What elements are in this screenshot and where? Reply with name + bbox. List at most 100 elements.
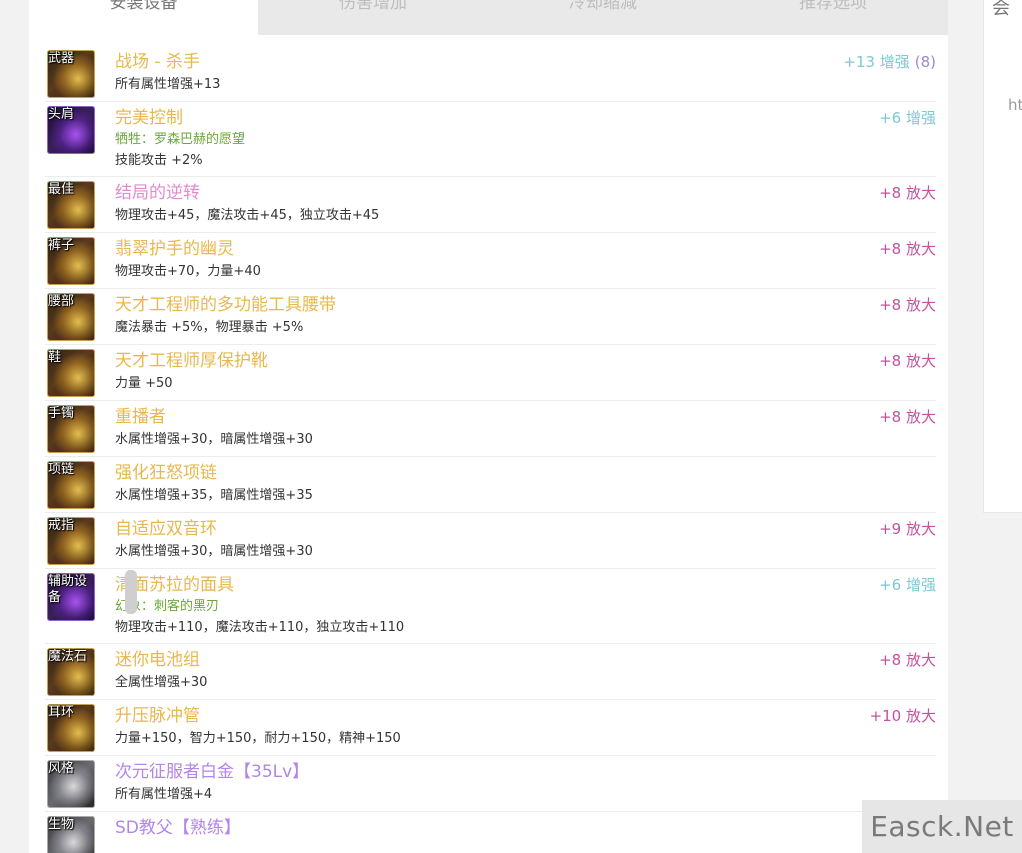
equipment-name[interactable]: 迷你电池组 bbox=[115, 648, 936, 672]
equipment-icon[interactable]: 戒指 bbox=[47, 517, 95, 565]
equipment-info: 结局的逆转物理攻击+45，魔法攻击+45，独立攻击+45 bbox=[115, 177, 936, 231]
equipment-icon[interactable]: 项链 bbox=[47, 461, 95, 509]
equipment-icon[interactable]: 生物 bbox=[47, 816, 95, 853]
equipment-icon[interactable]: 风格 bbox=[47, 760, 95, 808]
enhance-level: +8 放大 bbox=[879, 184, 936, 202]
equipment-row[interactable]: 裤子 翡翠护手的幽灵 物理攻击+70，力量+40 +8 放大 bbox=[45, 233, 936, 289]
slot-label: 生物 bbox=[48, 817, 75, 832]
equipment-name[interactable]: 自适应双音环 bbox=[115, 517, 936, 541]
equipment-icon[interactable]: 头肩 bbox=[47, 106, 95, 154]
tab-installed-equipment[interactable]: 安装设备 bbox=[29, 0, 258, 35]
enhance-tag: +13 增强 (8) bbox=[843, 52, 936, 72]
equipment-name[interactable]: 天才工程师的多功能工具腰带 bbox=[115, 293, 936, 317]
enhance-tag: +8 放大 bbox=[879, 295, 936, 315]
enhance-tag: +8 放大 bbox=[879, 351, 936, 371]
equipment-list: 武器 战场 - 杀手 所有属性增强+13 +13 增强 (8) 头肩 完美控制牺牲：罗森巴赫… bbox=[45, 46, 936, 853]
equipment-row[interactable]: 风格 次元征服者白金【35Lv】所有属性增强+4 bbox=[45, 756, 936, 812]
equipment-info: 战场 - 杀手 所有属性增强+13 bbox=[115, 46, 936, 100]
equipment-name[interactable]: 结局的逆转 bbox=[115, 181, 936, 205]
slot-label: 最佳 bbox=[48, 182, 75, 197]
slot-label: 鞋 bbox=[48, 350, 62, 365]
equipment-name[interactable]: 翡翠护手的幽灵 bbox=[115, 237, 936, 261]
equipment-stat: 物理攻击+45，魔法攻击+45，独立攻击+45 bbox=[115, 208, 380, 223]
equipment-icon[interactable]: 辅助设备 bbox=[47, 573, 95, 621]
equipment-row[interactable]: 耳环 升压脉冲管力量+150，智力+150，耐力+150，精神+150 +10 放大 bbox=[45, 700, 936, 756]
slot-label: 风格 bbox=[48, 761, 75, 776]
equipment-stat: 水属性增强+30，暗属性增强+30 bbox=[115, 432, 313, 447]
enhance-level: +8 放大 bbox=[879, 651, 936, 669]
equipment-icon[interactable]: 裤子 bbox=[47, 237, 95, 285]
equipment-icon[interactable]: 魔法石 bbox=[47, 648, 95, 696]
enhance-level: +10 放大 bbox=[869, 707, 936, 725]
equipment-row[interactable]: 最佳 结局的逆转 物理攻击+45，魔法攻击+45，独立攻击+45 +8 放大 bbox=[45, 177, 936, 233]
equipment-row[interactable]: 头肩 完美控制 牺牲：罗森巴赫的愿望 技能攻击 +2% +6 增强 bbox=[45, 102, 936, 177]
equipment-row[interactable]: 生物 SD教父【熟练】 bbox=[45, 812, 936, 853]
enhance-tag: +6 增强 bbox=[879, 108, 936, 128]
equipment-icon[interactable]: 手镯 bbox=[47, 405, 95, 453]
enhance-level: +8 放大 bbox=[879, 352, 936, 370]
enhance-level: +8 放大 bbox=[879, 240, 936, 258]
slot-label: 项链 bbox=[48, 462, 75, 477]
side-text: ht bbox=[1008, 96, 1022, 114]
enhance-tag: +6 增强 bbox=[879, 575, 936, 595]
equipment-row[interactable]: 魔法石 迷你电池组 全属性增强+30 +8 放大 bbox=[45, 644, 936, 700]
equipment-row[interactable]: 戒指 自适应双音环 水属性增强+30，暗属性增强+30 +9 放大 bbox=[45, 513, 936, 569]
equipment-stat: 全属性增强+30 bbox=[115, 675, 208, 690]
slot-label: 腰部 bbox=[48, 294, 75, 309]
equipment-info: 清面苏拉的面具 幻象：刺客的黑刃 物理攻击+110，魔法攻击+110，独立攻击+11… bbox=[115, 569, 936, 643]
slot-label: 头肩 bbox=[48, 107, 75, 122]
scrollbar-thumb[interactable] bbox=[125, 570, 137, 614]
enhance-tag: +8 放大 bbox=[879, 183, 936, 203]
enhance-tag: +8 放大 bbox=[879, 650, 936, 670]
equipment-name[interactable]: 清面苏拉的面具 bbox=[115, 573, 936, 597]
slot-label: 耳环 bbox=[48, 705, 75, 720]
tab-damage-increase[interactable]: 伤害增加 bbox=[258, 0, 488, 35]
equipment-name[interactable]: 天才工程师厚保护靴 bbox=[115, 349, 936, 373]
equipment-info: 自适应双音环 水属性增强+30，暗属性增强+30 bbox=[115, 513, 936, 567]
side-panel: 会 ht bbox=[983, 0, 1022, 513]
slot-label: 魔法石 bbox=[48, 649, 88, 664]
equipment-stat: 水属性增强+35，暗属性增强+35 bbox=[115, 488, 313, 503]
equipment-name[interactable]: 升压脉冲管 bbox=[115, 704, 936, 728]
enhance-level: +13 增强 bbox=[843, 53, 910, 71]
enhance-count: (8) bbox=[914, 53, 936, 71]
equipment-info: 翡翠护手的幽灵 物理攻击+70，力量+40 bbox=[115, 233, 936, 287]
equipment-info: SD教父【熟练】 bbox=[115, 812, 936, 844]
enhance-level: +6 增强 bbox=[879, 109, 936, 127]
tab-cooldown-reduction[interactable]: 冷却缩减 bbox=[488, 0, 718, 35]
equipment-icon[interactable]: 武器 bbox=[47, 50, 95, 98]
equipment-name[interactable]: 次元征服者白金【35Lv】 bbox=[115, 760, 936, 784]
equipment-stat: 力量 +50 bbox=[115, 376, 173, 391]
equipment-row[interactable]: 手镯 重播者 水属性增强+30，暗属性增强+30 +8 放大 bbox=[45, 401, 936, 457]
enhance-tag: +8 放大 bbox=[879, 239, 936, 259]
equipment-stat: 魔法暴击 +5%，物理暴击 +5% bbox=[115, 320, 304, 335]
slot-label: 戒指 bbox=[48, 518, 75, 533]
equipment-icon[interactable]: 腰部 bbox=[47, 293, 95, 341]
equipment-name[interactable]: SD教父【熟练】 bbox=[115, 816, 936, 840]
equipment-subtitle: 幻象：刺客的黑刃 bbox=[115, 599, 220, 614]
equipment-row[interactable]: 武器 战场 - 杀手 所有属性增强+13 +13 增强 (8) bbox=[45, 46, 936, 102]
equipment-subtitle: 牺牲：罗森巴赫的愿望 bbox=[115, 132, 246, 147]
equipment-name[interactable]: 完美控制 bbox=[115, 106, 936, 130]
enhance-level: +8 放大 bbox=[879, 296, 936, 314]
equipment-icon[interactable]: 最佳 bbox=[47, 181, 95, 229]
tab-label: 安装设备 bbox=[109, 0, 178, 13]
equipment-name[interactable]: 重播者 bbox=[115, 405, 936, 429]
equipment-stat: 力量+150，智力+150，耐力+150，精神+150 bbox=[115, 731, 401, 746]
equipment-row[interactable]: 项链 强化狂怒项链水属性增强+35，暗属性增强+35 bbox=[45, 457, 936, 513]
equipment-name[interactable]: 强化狂怒项链 bbox=[115, 461, 936, 485]
tab-label: 伤害增加 bbox=[339, 0, 407, 13]
equipment-info: 强化狂怒项链水属性增强+35，暗属性增强+35 bbox=[115, 457, 936, 511]
equipment-stat: 所有属性增强+4 bbox=[115, 787, 213, 802]
tab-recommended-options[interactable]: 推荐选项 bbox=[718, 0, 948, 35]
slot-label: 手镯 bbox=[48, 406, 75, 421]
tab-label: 推荐选项 bbox=[799, 0, 867, 13]
equipment-row[interactable]: 辅助设备 清面苏拉的面具 幻象：刺客的黑刃 物理攻击+110，魔法攻击+110，独立攻… bbox=[45, 569, 936, 644]
equipment-name[interactable]: 战场 - 杀手 bbox=[115, 50, 936, 74]
equipment-icon[interactable]: 耳环 bbox=[47, 704, 95, 752]
equipment-icon[interactable]: 鞋 bbox=[47, 349, 95, 397]
equipment-info: 迷你电池组全属性增强+30 bbox=[115, 644, 936, 698]
equipment-info: 次元征服者白金【35Lv】所有属性增强+4 bbox=[115, 756, 936, 810]
equipment-row[interactable]: 腰部 天才工程师的多功能工具腰带魔法暴击 +5%，物理暴击 +5% +8 放大 bbox=[45, 289, 936, 345]
equipment-row[interactable]: 鞋 天才工程师厚保护靴力量 +50 +8 放大 bbox=[45, 345, 936, 401]
